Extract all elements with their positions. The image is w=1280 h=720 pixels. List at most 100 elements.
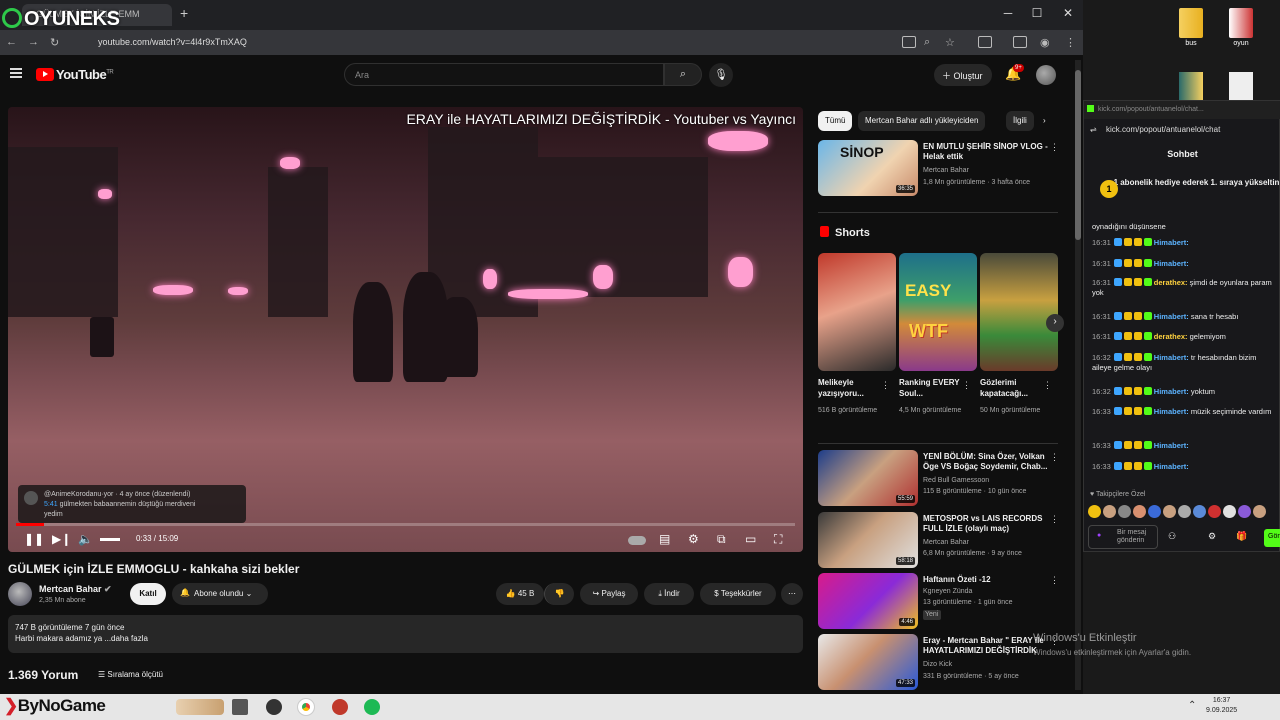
chrome-icon[interactable] [297,698,315,716]
progress-bar[interactable] [16,523,795,526]
chat-username[interactable]: Himabert: [1154,312,1191,321]
shorts-next-button[interactable]: › [1046,314,1064,332]
volume-slider[interactable] [100,538,120,541]
pause-icon[interactable]: ❚❚ [24,532,44,546]
search-input[interactable]: Ara [344,63,664,86]
tray-expand-icon[interactable]: ⌃ [1188,700,1196,711]
bookmark-star-icon[interactable]: ☆ [945,36,955,49]
chat-username[interactable]: Himabert: [1154,441,1189,450]
chat-username[interactable]: Himabert: [1154,407,1191,416]
like-button[interactable]: 👍 45 B [496,583,544,605]
chat-username[interactable]: Himabert: [1154,462,1189,471]
download-button[interactable]: ⤓ İndir [644,583,694,605]
emote-icon[interactable] [1193,505,1206,518]
chat-username[interactable]: derathex: [1154,332,1190,341]
description-box[interactable]: 747 B görüntüleme 7 gün önce Harbi makar… [8,615,803,653]
short-thumbnail[interactable] [980,253,1058,371]
emote-icon[interactable] [1178,505,1191,518]
chevron-right-icon[interactable]: › [1036,111,1053,131]
back-icon[interactable]: ← [6,36,17,48]
related-title[interactable]: YENİ BÖLÜM: Sina Özer, Volkan Öge VS Boğ… [923,452,1048,472]
subscribe-button[interactable]: 🔔 Abone olundu ⌄ [172,583,268,605]
miniplayer-icon[interactable]: ⧉ [717,532,726,547]
emote-icon[interactable] [1118,505,1131,518]
emote-icon[interactable] [1208,505,1221,518]
voice-search-button[interactable]: 🎙 [709,63,733,87]
more-options-icon[interactable]: ⋮ [881,380,890,391]
chat-username[interactable]: Himabert: [1154,353,1191,362]
comment-timestamp[interactable]: 5:41 [44,501,58,508]
thanks-button[interactable]: $ Teşekkürler [700,583,776,605]
sort-button[interactable]: ☰ Sıralama ölçütü [98,670,163,679]
fullscreen-icon[interactable]: ⛶ [774,532,782,547]
short-title[interactable]: Melikeyle yazışıyoru... [818,377,886,399]
file-icon[interactable] [1229,72,1253,102]
app-icon[interactable] [1179,72,1203,102]
dislike-button[interactable]: 👎 [544,583,574,605]
chat-username[interactable]: derathex: [1154,278,1190,287]
task-view-icon[interactable] [232,699,248,715]
sidebar-icon[interactable] [1013,36,1027,48]
autoplay-toggle[interactable] [628,536,646,545]
video-player[interactable]: ERAY ile HAYATLARIMIZI DEĞİŞTİRDİK - You… [8,107,803,552]
more-options-icon[interactable]: ⋮ [1050,452,1059,463]
forward-icon[interactable]: → [28,36,39,48]
settings-icon[interactable]: ⚙ [1208,531,1216,542]
reload-icon[interactable]: ↻ [50,36,59,49]
related-thumbnail[interactable]: 4:46 [818,573,918,629]
youtube-logo[interactable]: YouTubeTR [36,67,114,82]
related-title[interactable]: Eray - Mertcan Bahar " ERAY ile HAYATLAR… [923,636,1048,656]
zoom-icon[interactable]: ⌕ [924,36,930,49]
gift-banner[interactable]: 11 abonelik hediye ederek 1. sıraya yüks… [1084,174,1280,210]
chat-tools-icon[interactable]: ⚇ [1168,531,1176,542]
emote-icon[interactable] [1223,505,1236,518]
url-field[interactable]: youtube.com/watch?v=4l4r9xTmXAQ [76,34,896,51]
extensions-icon[interactable] [978,36,992,48]
related-title[interactable]: Haftanın Özeti -12 [923,575,1048,585]
channel-avatar[interactable] [8,582,32,606]
emote-icon[interactable] [1133,505,1146,518]
chip-related[interactable]: İlgili [1006,111,1034,131]
create-button[interactable]: ＋ Oluştur [934,64,992,86]
volume-icon[interactable]: 🔈 [78,532,93,546]
profile-icon[interactable]: ◉ [1040,36,1050,49]
more-options-icon[interactable]: ⋮ [1050,142,1059,153]
game-icon[interactable] [1229,8,1253,38]
more-options-icon[interactable]: ⋮ [1043,380,1052,391]
more-actions-button[interactable]: ⋯ [781,583,803,605]
short-thumbnail[interactable]: EASY WTF [899,253,977,371]
new-tab-button[interactable]: + [180,5,188,21]
more-options-icon[interactable]: ⋮ [1050,575,1059,586]
close-button[interactable]: ✕ [1053,6,1083,20]
emote-icon[interactable] [1103,505,1116,518]
related-thumbnail[interactable]: 58:18 [818,512,918,568]
chat-input[interactable]: ● Bir mesaj gönderin [1088,525,1158,549]
chip-uploader[interactable]: Mertcan Bahar adlı yükleyiciden [858,111,986,131]
maximize-button[interactable]: ☐ [1022,6,1052,20]
emote-icon[interactable] [1148,505,1161,518]
chat-username[interactable]: Himabert: [1154,238,1189,247]
menu-icon[interactable] [10,68,22,78]
related-title[interactable]: METOSPOR vs LAIS RECORDS FULL İZLE (olay… [923,514,1048,534]
subtitles-icon[interactable]: ▤ [659,532,670,546]
emote-icon[interactable] [1253,505,1266,518]
emote-icon[interactable] [1088,505,1101,518]
page-scrollbar[interactable] [1075,60,1081,690]
comment-popup[interactable]: @AnimeKorodanu·yor · 4 ay önce (düzenlen… [18,485,246,523]
kick-url[interactable]: ⇌ kick.com/popout/antuanelol/chat [1084,121,1280,139]
join-button[interactable]: Katıl [130,583,166,605]
clock[interactable]: 16:37 9.09.2025 [1206,696,1237,716]
settings-icon[interactable]: ⚙ [688,532,699,546]
share-button[interactable]: ↪ Paylaş [580,583,638,605]
related-thumbnail[interactable]: 55:59 [818,450,918,506]
spotify-icon[interactable] [364,699,380,715]
related-thumbnail[interactable]: 47:33 [818,634,918,690]
folder-icon[interactable] [1179,8,1203,38]
more-options-icon[interactable]: ⋮ [1050,514,1059,525]
channel-name[interactable]: Mertcan Bahar ✔ [39,584,112,595]
search-button[interactable]: ⌕ [664,63,702,86]
short-thumbnail[interactable] [818,253,896,371]
short-title[interactable]: Gözlerimi kapatacağı... [980,377,1048,399]
scrollbar-thumb[interactable] [1075,70,1081,240]
app-icon[interactable] [266,699,282,715]
